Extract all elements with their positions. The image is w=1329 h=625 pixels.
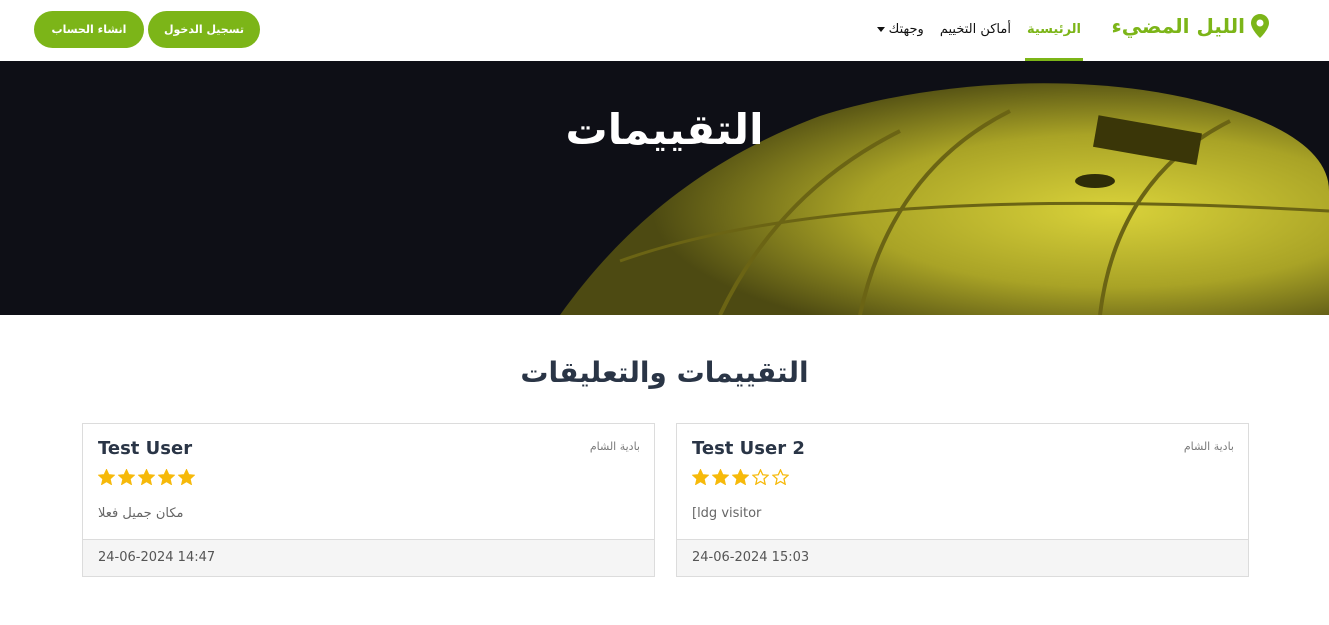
review-date: 24-06-2024 15:03 [677, 539, 1248, 576]
nav-item-home[interactable]: الرئيسية [1019, 0, 1089, 61]
star-rating [98, 469, 195, 485]
reviews-section-title: التقييمات والتعليقات [520, 356, 809, 389]
brand-name: الليل المضيء [1111, 14, 1245, 38]
auth-buttons: انشاء الحساب تسجيل الدخول [34, 11, 260, 48]
tent-background-image [0, 61, 1329, 315]
review-user: Test User 2 [692, 438, 805, 459]
star-filled-icon [98, 469, 115, 485]
star-rating [692, 469, 789, 485]
caret-down-icon [876, 27, 885, 32]
review-user: Test User [98, 438, 193, 459]
star-filled-icon [692, 469, 709, 485]
top-navbar: الليل المضيء الرئيسية أماكن التخييم وجهت… [0, 0, 1329, 61]
review-comment: مكان جميل فعلا [98, 506, 184, 521]
star-filled-icon [712, 469, 729, 485]
review-card: Test User بادية الشام مكان جميل فعلا 24-… [82, 423, 655, 577]
hero-title: التقييمات [565, 105, 764, 154]
nav-item-campsites[interactable]: أماكن التخييم [932, 0, 1019, 61]
map-pin-icon [1251, 14, 1269, 38]
signup-button[interactable]: انشاء الحساب [34, 11, 144, 48]
star-filled-icon [138, 469, 155, 485]
login-button[interactable]: تسجيل الدخول [148, 11, 260, 48]
review-place: بادية الشام [589, 440, 640, 453]
review-comment: [ldg visitor [692, 506, 762, 521]
brand[interactable]: الليل المضيء [1112, 14, 1269, 38]
hero-banner: التقييمات [0, 61, 1329, 315]
star-filled-icon [158, 469, 175, 485]
main-menu: الرئيسية أماكن التخييم وجهتك [869, 0, 1089, 61]
review-date: 24-06-2024 14:47 [83, 539, 654, 576]
star-filled-icon [178, 469, 195, 485]
star-filled-icon [118, 469, 135, 485]
star-empty-icon [752, 469, 769, 485]
review-card: Test User 2 بادية الشام [ldg visitor 24-… [676, 423, 1249, 577]
star-empty-icon [772, 469, 789, 485]
nav-item-destination-label: وجهتك [888, 22, 924, 37]
star-filled-icon [732, 469, 749, 485]
nav-item-destination-dropdown[interactable]: وجهتك [869, 0, 932, 61]
review-place: بادية الشام [1183, 440, 1234, 453]
